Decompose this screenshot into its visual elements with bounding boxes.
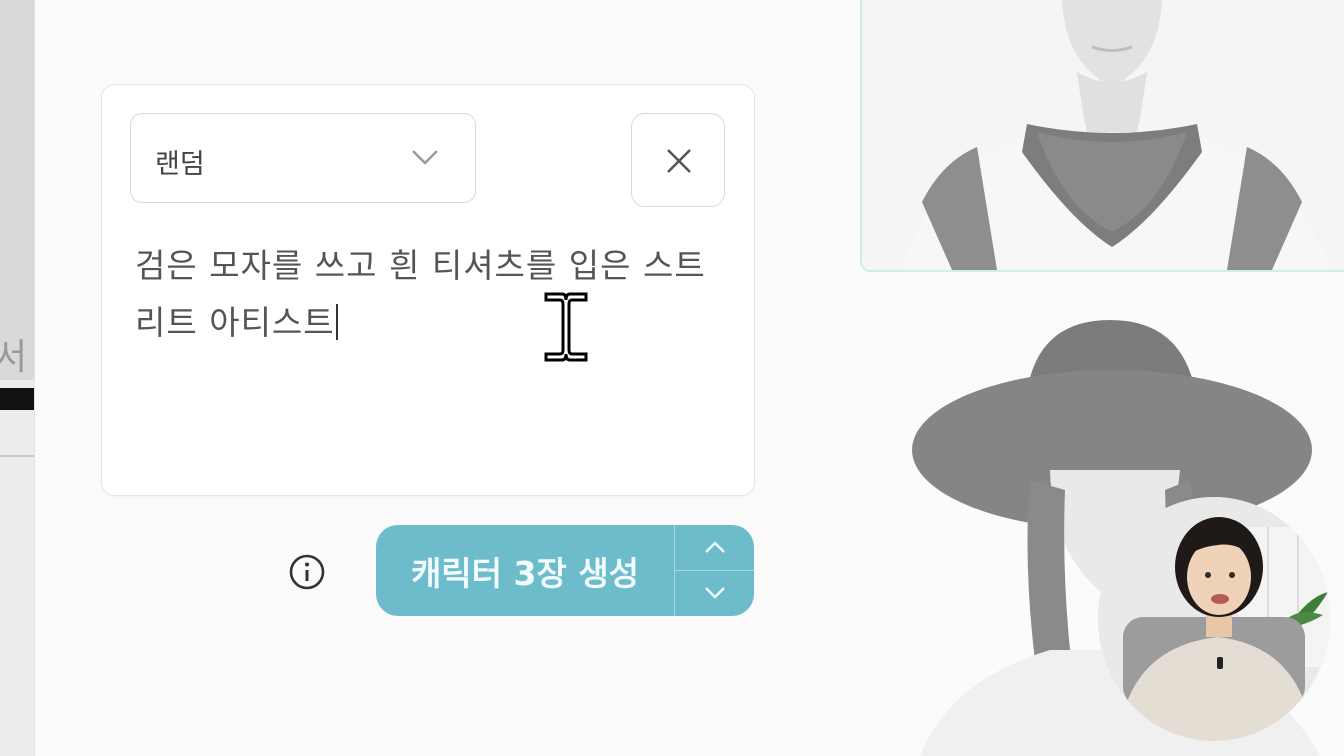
presenter-webcam [1098, 497, 1330, 741]
left-edge-panel: 서 [0, 0, 35, 756]
left-edge-image [0, 0, 34, 380]
generated-image-selected[interactable] [860, 0, 1344, 272]
info-icon[interactable] [288, 553, 326, 595]
presenter-video [1098, 497, 1330, 741]
left-edge-divider [0, 455, 34, 457]
prompt-textarea[interactable]: 검은 모자를 쓰고 흰 티셔츠를 입은 스트 리트 아티스트 [135, 237, 725, 351]
chevron-down-icon [705, 587, 725, 599]
style-select[interactable]: 랜덤 [130, 113, 476, 203]
chevron-up-icon [705, 541, 725, 553]
ibeam-cursor-icon [544, 292, 588, 362]
prompt-card: 랜덤 검은 모자를 쓰고 흰 티셔츠를 입은 스트 리트 아티스트 [101, 84, 755, 496]
left-edge-bar [0, 388, 34, 410]
generate-button-group: 캐릭터 3장 생성 [376, 525, 754, 616]
chevron-down-icon [411, 148, 439, 170]
close-button[interactable] [631, 113, 725, 207]
prompt-line-1: 검은 모자를 쓰고 흰 티셔츠를 입은 스트 [135, 246, 706, 285]
style-select-value: 랜덤 [155, 149, 205, 180]
character-image-1 [862, 0, 1344, 270]
count-increment-button[interactable] [675, 525, 754, 570]
prompt-line-2: 리트 아티스트 [135, 303, 335, 342]
generate-characters-button[interactable]: 캐릭터 3장 생성 [376, 525, 674, 616]
left-edge-text: 서 [0, 337, 28, 378]
count-decrement-button[interactable] [675, 571, 754, 616]
text-caret [335, 304, 338, 340]
close-icon [667, 149, 691, 173]
